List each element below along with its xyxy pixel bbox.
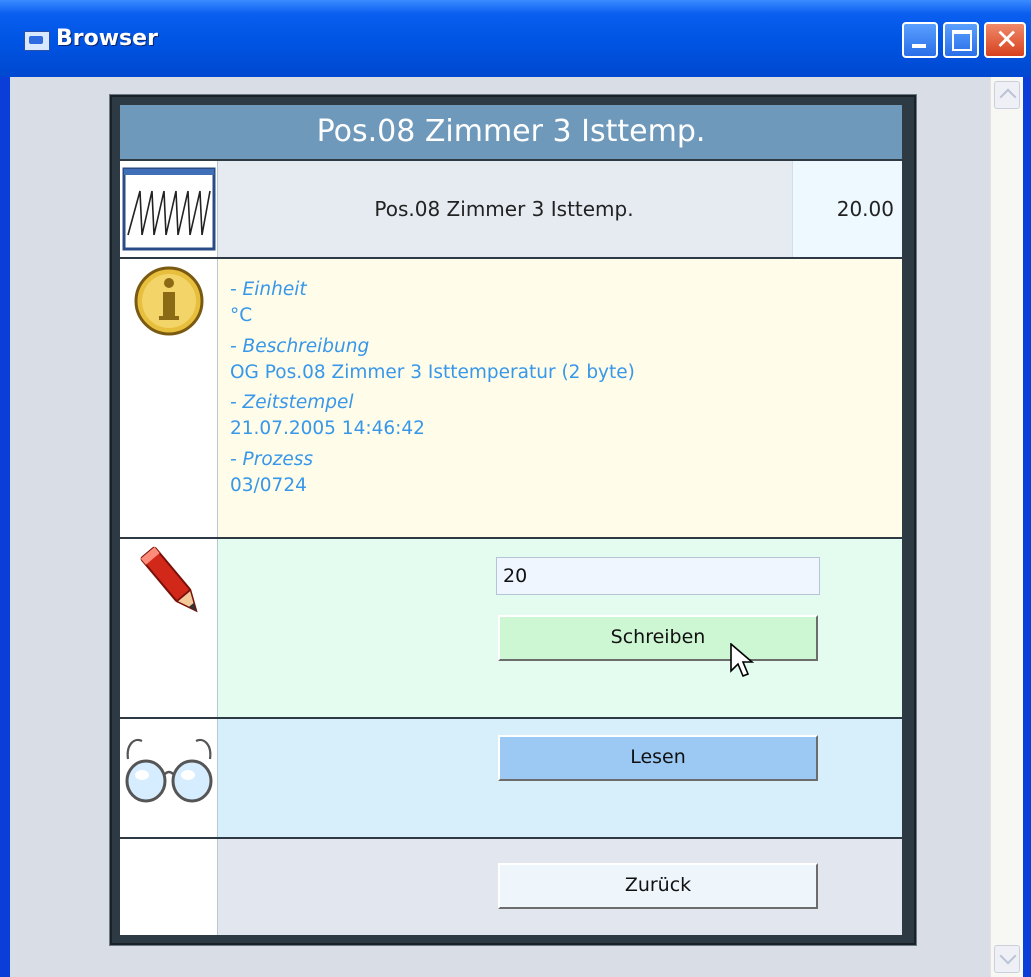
info-icon: [134, 266, 204, 336]
back-row: Zurück: [120, 839, 902, 935]
read-button[interactable]: Lesen: [498, 735, 818, 781]
vertical-scrollbar[interactable]: [990, 77, 1023, 977]
info-label: - Einheit: [230, 279, 307, 300]
scroll-up-button[interactable]: [994, 81, 1020, 109]
waveform-icon: [122, 167, 216, 251]
write-icon-cell: [120, 539, 218, 717]
item-value: 20.00: [792, 161, 902, 257]
write-row: 20 Schreiben: [120, 539, 902, 717]
glasses-icon: [125, 738, 213, 803]
info-process: - Prozess 03/0724: [230, 447, 635, 500]
write-main-cell: 20 Schreiben: [218, 539, 902, 717]
read-main-cell: Lesen: [218, 719, 902, 837]
minimize-button[interactable]: [902, 22, 938, 58]
info-row: - Einheit °C - Beschreibung OG Pos.08 Zi…: [120, 259, 902, 537]
pencil-icon: [140, 546, 198, 613]
info-timestamp: - Zeitstempel 21.07.2005 14:46:42: [230, 390, 635, 443]
info-value: 03/0724: [230, 474, 307, 496]
item-main-cell: Pos.08 Zimmer 3 Isttemp. 20.00: [218, 161, 902, 257]
info-main-cell: - Einheit °C - Beschreibung OG Pos.08 Zi…: [218, 259, 902, 537]
info-value: 21.07.2005 14:46:42: [230, 418, 425, 440]
title-bar[interactable]: Browser ✕: [0, 0, 1031, 77]
item-row: Pos.08 Zimmer 3 Isttemp. 20.00: [120, 161, 902, 257]
maximize-button[interactable]: [943, 22, 979, 58]
info-label: - Prozess: [230, 448, 314, 470]
info-label: - Zeitstempel: [230, 392, 354, 414]
item-icon-cell: [120, 161, 218, 257]
back-icon-cell: [120, 839, 218, 935]
cursor-icon: [730, 643, 754, 678]
browser-window: Browser ✕ Pos.08 Zimmer 3 Isttemp. Pos.0…: [0, 0, 1031, 977]
close-icon: ✕: [995, 23, 1019, 56]
info-label: - Beschreibung: [230, 335, 370, 357]
panel-header: Pos.08 Zimmer 3 Isttemp.: [120, 105, 902, 159]
info-value: °C: [230, 305, 253, 327]
info-description: - Beschreibung OG Pos.08 Zimmer 3 Isttem…: [230, 334, 635, 387]
read-row: Lesen: [120, 719, 902, 837]
info-icon-cell: [120, 259, 218, 537]
datapoint-panel: Pos.08 Zimmer 3 Isttemp. Pos.08 Zimmer 3…: [110, 95, 916, 945]
info-unit: - Einheit °C: [230, 277, 635, 330]
value-input[interactable]: 20: [496, 557, 820, 595]
client-area: Pos.08 Zimmer 3 Isttemp. Pos.08 Zimmer 3…: [10, 77, 1023, 977]
read-icon-cell: [120, 719, 218, 837]
window-title: Browser: [56, 26, 158, 51]
back-main-cell: Zurück: [218, 839, 902, 935]
item-name: Pos.08 Zimmer 3 Isttemp.: [374, 197, 634, 221]
info-value: OG Pos.08 Zimmer 3 Isttemperatur (2 byte…: [230, 361, 635, 383]
info-list: - Einheit °C - Beschreibung OG Pos.08 Zi…: [230, 277, 635, 503]
close-button[interactable]: ✕: [984, 22, 1026, 58]
write-button[interactable]: Schreiben: [498, 615, 818, 661]
scroll-down-button[interactable]: [994, 945, 1020, 973]
app-icon: [24, 31, 50, 51]
back-button[interactable]: Zurück: [498, 863, 818, 909]
